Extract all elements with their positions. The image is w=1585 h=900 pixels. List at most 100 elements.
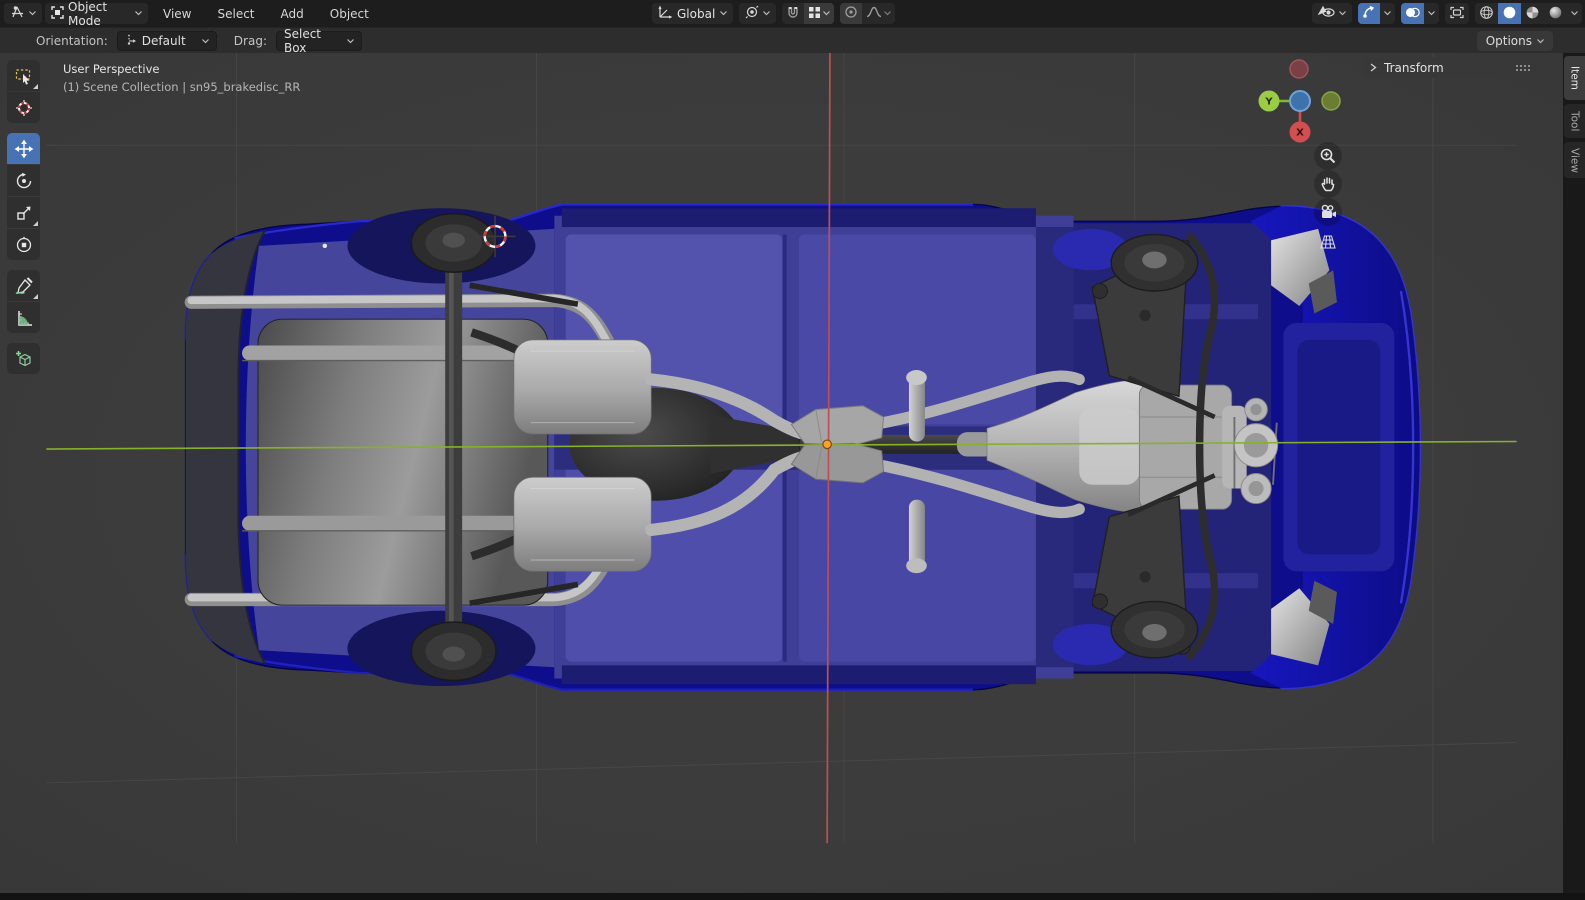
overlays-toggle[interactable] (1401, 3, 1424, 24)
gizmo-x-label: X (1296, 128, 1304, 139)
zoom-button[interactable] (1314, 142, 1342, 170)
tool-select-box[interactable] (7, 60, 40, 91)
chevron-down-icon (1428, 11, 1435, 16)
tank-strap (242, 515, 545, 531)
tool-transform[interactable] (7, 229, 40, 260)
pivot-point-dropdown[interactable] (739, 3, 777, 24)
object-mode-icon (51, 5, 64, 22)
transform-panel-header[interactable]: Transform (1362, 57, 1538, 78)
tab-tool[interactable]: Tool (1564, 104, 1585, 138)
shading-rendered[interactable] (1544, 3, 1567, 24)
rendered-sphere-icon (1548, 5, 1563, 23)
shading-wireframe[interactable] (1475, 3, 1498, 24)
mode-label: Object Mode (68, 0, 108, 28)
menu-select[interactable]: Select (204, 7, 267, 21)
chevron-down-icon (1571, 11, 1578, 16)
editor-type-dropdown[interactable] (4, 3, 42, 24)
tool-settings-bar: Orientation: Default Drag: Select Box Op… (0, 27, 1585, 55)
object-origin-dot[interactable] (822, 439, 832, 450)
tool-scale[interactable] (7, 197, 40, 228)
pan-button[interactable] (1314, 170, 1342, 198)
overlays-group (1401, 3, 1439, 24)
tool-measure[interactable] (7, 302, 40, 333)
falloff-dropdown[interactable] (862, 3, 895, 24)
header-center-cluster: Global (652, 3, 896, 24)
sidebar-tab-column: Item Tool View (1563, 53, 1585, 893)
shading-mode-group (1475, 3, 1582, 24)
perspective-grid-icon (1320, 235, 1336, 249)
orientation-label: Orientation: (36, 34, 108, 48)
chevron-down-icon (823, 11, 831, 16)
viewport-info-text: User Perspective (1) Scene Collection | … (63, 60, 300, 96)
gizmo-neg-y-ball[interactable] (1321, 91, 1341, 111)
object-visibility-dropdown[interactable] (1312, 3, 1352, 24)
menu-object[interactable]: Object (317, 7, 382, 21)
tab-view[interactable]: View (1564, 142, 1585, 178)
falloff-curve-icon (866, 6, 882, 21)
overlays-dropdown[interactable] (1424, 3, 1439, 24)
tool-move[interactable] (7, 133, 40, 164)
tab-item[interactable]: Item (1564, 56, 1585, 100)
tool-cursor[interactable] (7, 92, 40, 123)
shading-material[interactable] (1521, 3, 1544, 24)
gizmo-z-ball[interactable] (1289, 90, 1311, 112)
orientation-dropdown[interactable]: Global (652, 3, 734, 24)
muffler-top[interactable] (513, 339, 652, 435)
toolbar (7, 60, 40, 384)
axis-gizmo[interactable]: Y X (1258, 59, 1341, 143)
snap-toggle[interactable] (782, 3, 804, 24)
3d-viewport-editor-icon (10, 5, 25, 22)
magnet-icon (786, 5, 800, 22)
camera-view-icon (1321, 204, 1336, 218)
tool-settings-left: Orientation: Default Drag: Select Box (36, 27, 362, 55)
chevron-down-icon (135, 11, 142, 16)
mode-dropdown[interactable]: Object Mode (45, 0, 148, 28)
camera-view-button[interactable] (1314, 198, 1342, 226)
gizmo-arrow-icon (1362, 5, 1376, 22)
shading-solid[interactable] (1498, 3, 1521, 24)
gizmo-neg-x-ball[interactable] (1289, 59, 1309, 79)
shading-dropdown[interactable] (1567, 3, 1582, 24)
menu-view[interactable]: View (150, 7, 204, 21)
chevron-down-icon (201, 38, 209, 44)
pivot-point-icon (745, 5, 759, 22)
orientation-select[interactable]: Default (116, 31, 217, 51)
panel-collapse-chevron (1370, 63, 1377, 72)
options-dropdown[interactable]: Options (1476, 31, 1553, 51)
3d-viewport[interactable]: User Perspective (1) Scene Collection | … (0, 53, 1563, 893)
specular-highlight (322, 243, 328, 249)
menu-add[interactable]: Add (268, 7, 317, 21)
engine[interactable] (1138, 384, 1279, 510)
orientation-value: Global (677, 6, 716, 21)
menu-bar: View Select Add Object (150, 0, 382, 27)
transform-panel-label: Transform (1384, 60, 1444, 75)
tool-rotate[interactable] (7, 165, 40, 196)
gizmo-y-label: Y (1264, 97, 1273, 108)
blender-window: Object Mode View Select Add Object Globa… (0, 0, 1585, 900)
snap-target-dropdown[interactable] (804, 3, 835, 24)
gizmos-toggle[interactable] (1358, 3, 1380, 24)
panel-drag-grip[interactable] (1515, 64, 1530, 71)
overlays-icon (1405, 6, 1420, 22)
navigation-gizmo[interactable]: Y X (1252, 54, 1348, 153)
fuel-tank[interactable] (242, 318, 549, 606)
chevron-down-icon (1339, 11, 1346, 16)
window-bottom-edge (0, 893, 1585, 900)
view-label: User Perspective (63, 62, 160, 76)
tool-annotate[interactable] (7, 270, 40, 301)
snap-increment-icon (808, 6, 821, 22)
drag-select[interactable]: Select Box (275, 27, 362, 55)
chevron-down-icon (884, 11, 892, 16)
orientation-value: Default (141, 34, 186, 48)
xray-toggle[interactable] (1445, 3, 1469, 24)
perspective-toggle-button[interactable] (1314, 228, 1342, 256)
tool-add-cube[interactable] (7, 343, 40, 374)
tank-strap (242, 345, 545, 361)
options-label: Options (1485, 34, 1532, 48)
chevron-down-icon (763, 11, 771, 16)
header-bar: Object Mode View Select Add Object Globa… (0, 0, 1585, 28)
gizmos-dropdown[interactable] (1380, 3, 1395, 24)
proportional-toggle[interactable] (840, 3, 863, 24)
muffler-bottom[interactable] (513, 476, 652, 572)
collection-breadcrumb: (1) Scene Collection | sn95_brakedisc_RR (63, 80, 301, 94)
